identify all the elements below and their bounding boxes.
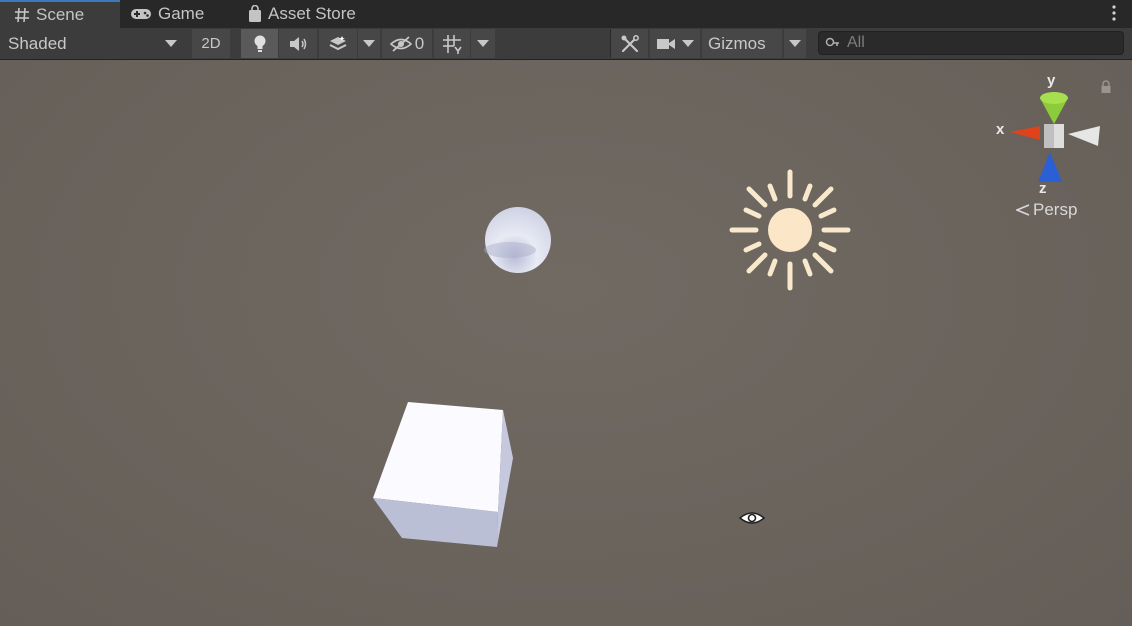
projection-label: Persp [1033, 200, 1078, 219]
gamepad-icon [130, 7, 152, 21]
scene-viewport[interactable]: y x z Persp [0, 60, 1132, 626]
speaker-icon [290, 36, 307, 51]
chevron-down-icon [363, 40, 375, 47]
gizmos-button[interactable]: Gizmos [702, 29, 782, 58]
audio-toggle-button[interactable] [279, 29, 317, 58]
lightbulb-icon [254, 35, 265, 52]
cube-object[interactable] [373, 402, 513, 547]
grid-hash-icon [14, 7, 30, 23]
scene-canvas [373, 92, 1100, 547]
scene-toolbar: Shaded 2D 0 Gizmos All [0, 28, 1132, 60]
toggle-2d-button[interactable]: 2D [192, 29, 230, 58]
lock-icon[interactable] [1100, 80, 1112, 94]
search-input[interactable] [847, 34, 1117, 52]
tab-scene[interactable]: Scene [0, 0, 120, 28]
lighting-toggle-button[interactable] [241, 29, 278, 58]
chevron-down-icon [165, 40, 177, 47]
camera-settings-dropdown[interactable] [650, 29, 700, 58]
camera-eye-icon[interactable] [738, 512, 766, 524]
axis-label-y: y [1047, 72, 1056, 89]
eye-slash-icon [389, 35, 412, 52]
draw-mode-dropdown[interactable]: Shaded [0, 29, 187, 58]
directional-light-icon[interactable] [729, 169, 851, 291]
toggle-2d-label: 2D [201, 35, 221, 52]
layers-effects-icon [329, 35, 347, 50]
hidden-count: 0 [414, 33, 425, 53]
tools-toggle-button[interactable] [610, 29, 648, 58]
shopping-bag-icon [248, 5, 262, 23]
tab-label: Asset Store [268, 4, 356, 23]
orientation-gizmo[interactable] [1010, 92, 1100, 182]
effects-toggle-button[interactable] [319, 29, 357, 58]
tab-asset-store[interactable]: Asset Store [248, 0, 356, 28]
hidden-objects-toggle[interactable]: 0 [382, 29, 432, 58]
chevron-down-icon [789, 40, 801, 47]
grid-dropdown[interactable] [471, 29, 495, 58]
chevron-down-icon [682, 40, 694, 47]
tab-bar: Scene Game Asset Store [0, 0, 1132, 28]
gizmos-label: Gizmos [708, 33, 766, 53]
more-options-icon[interactable] [1112, 5, 1116, 21]
scene-search[interactable] [818, 31, 1124, 55]
effects-dropdown[interactable] [358, 29, 380, 58]
camera-icon [657, 38, 675, 49]
tab-game[interactable]: Game [130, 0, 204, 28]
axis-label-z: z [1039, 180, 1047, 197]
grid-snap-icon [443, 34, 462, 54]
wrench-tools-icon [621, 34, 639, 52]
projection-toggle[interactable]: Persp [1016, 200, 1077, 220]
draw-mode-label: Shaded [8, 33, 67, 53]
grid-toggle-button[interactable] [434, 29, 470, 58]
sphere-object[interactable] [484, 207, 551, 273]
perspective-icon [1016, 204, 1030, 216]
gizmos-dropdown[interactable] [784, 29, 806, 58]
search-icon [825, 37, 839, 47]
tab-label: Scene [36, 5, 85, 24]
axis-label-x: x [996, 121, 1005, 138]
chevron-down-icon [477, 40, 489, 47]
tab-label: Game [158, 4, 205, 23]
